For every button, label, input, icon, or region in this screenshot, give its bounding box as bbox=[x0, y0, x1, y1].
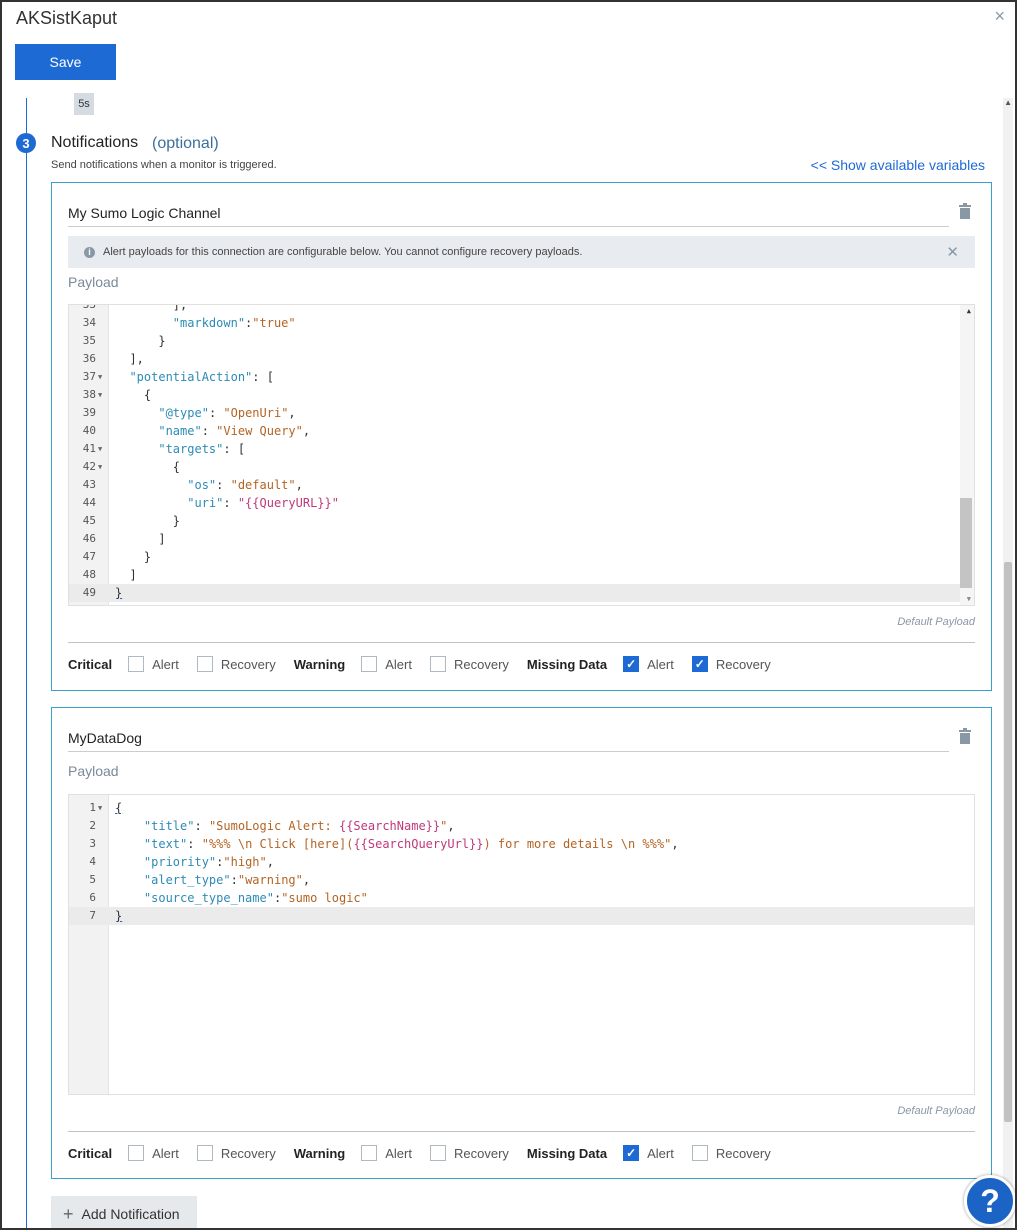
checkbox-label: Alert bbox=[647, 1145, 674, 1161]
trash-icon[interactable] bbox=[959, 728, 971, 744]
checkbox-label: Recovery bbox=[453, 1145, 509, 1161]
notification-card: My Sumo Logic Channel i Alert payloads f… bbox=[51, 182, 992, 691]
code-line: 39 "@type": "OpenUri", bbox=[82, 406, 296, 420]
code-line: 34 "markdown":"true" bbox=[82, 316, 296, 330]
missing-data-label: Missing Data bbox=[526, 1145, 608, 1161]
critical-alert-checkbox[interactable] bbox=[128, 656, 145, 672]
step-number-badge: 3 bbox=[16, 133, 36, 153]
checkbox-label: Recovery bbox=[220, 656, 276, 672]
missing-data-label: Missing Data bbox=[526, 656, 608, 672]
default-payload-link[interactable]: Default Payload bbox=[897, 1105, 975, 1117]
missing-data-recovery-checkbox[interactable]: ✓ bbox=[691, 656, 708, 672]
code-line: 6 "source_type_name":"sumo logic" bbox=[89, 891, 368, 905]
code-line: 43 "os": "default", bbox=[82, 478, 303, 492]
code-line-active: 7} bbox=[69, 907, 974, 925]
checkbox-label: Recovery bbox=[715, 656, 771, 672]
page-scrollbar-thumb[interactable] bbox=[1004, 562, 1012, 1122]
warning-label: Warning bbox=[293, 656, 346, 672]
checkbox-label: Alert bbox=[152, 1145, 179, 1161]
trash-icon[interactable] bbox=[959, 203, 971, 219]
scroll-down-arrow-icon[interactable]: ▼ bbox=[967, 595, 971, 603]
code-line: 5 "alert_type":"warning", bbox=[89, 873, 311, 887]
close-icon[interactable]: ✕ bbox=[946, 243, 959, 261]
missing-data-alert-checkbox[interactable]: ✓ bbox=[623, 656, 640, 672]
checkbox-label: Alert bbox=[385, 1145, 412, 1161]
step-connector-line bbox=[26, 98, 27, 1228]
checkbox-label: Alert bbox=[647, 656, 674, 672]
plus-icon: + bbox=[63, 1203, 74, 1224]
code-line: 40 "name": "View Query", bbox=[82, 424, 311, 438]
code-line: 1 ▼{ bbox=[89, 801, 123, 815]
code-line: 35 } bbox=[82, 334, 166, 348]
missing-data-alert-checkbox[interactable]: ✓ bbox=[623, 1145, 640, 1161]
code-line: 37 ▼ "potentialAction": [ bbox=[82, 370, 274, 384]
editor-scrollbar-thumb[interactable] bbox=[960, 498, 972, 588]
code-line: 2 "title": "SumoLogic Alert: {{SearchNam… bbox=[89, 819, 455, 833]
show-variables-link[interactable]: << Show available variables bbox=[811, 157, 985, 173]
info-icon: i bbox=[84, 246, 95, 258]
code-line-active: 49} bbox=[69, 584, 974, 602]
warning-recovery-checkbox[interactable] bbox=[429, 656, 446, 672]
duration-value[interactable]: 5s bbox=[74, 93, 94, 115]
monitor-editor-window: AKSistKaput × Save ▲ 5s 3 Notifications … bbox=[0, 0, 1017, 1230]
code-line: 44 "uri": "{{QueryURL}}" bbox=[82, 496, 339, 510]
code-line: 36 ], bbox=[82, 352, 144, 366]
section-title: Notifications bbox=[51, 134, 139, 151]
warning-label: Warning bbox=[293, 1145, 346, 1161]
missing-data-recovery-checkbox[interactable] bbox=[691, 1145, 708, 1161]
code-line: 33 ], bbox=[82, 304, 188, 312]
connection-name-field[interactable]: MyDataDog bbox=[68, 722, 949, 752]
notification-card: MyDataDog Payload 1 ▼{ 2 "title": "SumoLo… bbox=[51, 707, 992, 1179]
editor-scrollbar[interactable]: ▲ ▼ bbox=[960, 305, 974, 605]
checkbox-label: Alert bbox=[385, 656, 412, 672]
payload-label: Payload bbox=[68, 274, 119, 290]
close-icon[interactable]: × bbox=[994, 6, 1005, 27]
payload-editor[interactable]: 33 ], 34 "markdown":"true" 35 } 36 ], 37… bbox=[68, 304, 975, 606]
critical-label: Critical bbox=[68, 1145, 113, 1161]
scroll-up-arrow-icon[interactable]: ▲ bbox=[1004, 98, 1012, 107]
warning-alert-checkbox[interactable] bbox=[361, 1145, 378, 1161]
add-notification-button[interactable]: + Add Notification bbox=[51, 1196, 197, 1228]
checkbox-label: Recovery bbox=[715, 1145, 771, 1161]
code-line: 41 ▼ "targets": [ bbox=[82, 442, 246, 456]
info-banner: i Alert payloads for this connection are… bbox=[68, 236, 975, 268]
code-line: 3 "text": "%%% \n Click [here]({{SearchQ… bbox=[89, 837, 679, 851]
checkbox-label: Recovery bbox=[453, 656, 509, 672]
trigger-checkbox-row: Critical Alert Recovery Warning Alert Re… bbox=[68, 653, 789, 675]
code-line: 48 ] bbox=[82, 568, 137, 582]
code-line: 46 ] bbox=[82, 532, 166, 546]
default-payload-link[interactable]: Default Payload bbox=[897, 616, 975, 628]
window-title: AKSistKaput bbox=[16, 8, 118, 28]
divider bbox=[68, 1131, 975, 1132]
save-button[interactable]: Save bbox=[15, 44, 116, 80]
code-line: 45 } bbox=[82, 514, 181, 528]
scroll-up-arrow-icon[interactable]: ▲ bbox=[967, 307, 971, 315]
code-line: 4 "priority":"high", bbox=[89, 855, 274, 869]
payload-editor[interactable]: 1 ▼{ 2 "title": "SumoLogic Alert: {{Searc… bbox=[68, 794, 975, 1095]
warning-alert-checkbox[interactable] bbox=[361, 656, 378, 672]
critical-recovery-checkbox[interactable] bbox=[196, 656, 213, 672]
code-line: 47 } bbox=[82, 550, 152, 564]
critical-recovery-checkbox[interactable] bbox=[196, 1145, 213, 1161]
checkbox-label: Recovery bbox=[220, 1145, 276, 1161]
connection-name-field[interactable]: My Sumo Logic Channel bbox=[68, 197, 949, 227]
optional-label: (optional) bbox=[152, 135, 219, 152]
critical-alert-checkbox[interactable] bbox=[128, 1145, 145, 1161]
code-line: 42 ▼ { bbox=[82, 460, 181, 474]
add-notification-label: Add Notification bbox=[81, 1206, 180, 1222]
section-description: Send notifications when a monitor is tri… bbox=[51, 159, 277, 171]
checkbox-label: Alert bbox=[152, 656, 179, 672]
divider bbox=[68, 642, 975, 643]
info-message: Alert payloads for this connection are c… bbox=[103, 246, 583, 258]
trigger-checkbox-row: Critical Alert Recovery Warning Alert Re… bbox=[68, 1142, 789, 1164]
code-line: 38 ▼ { bbox=[82, 388, 152, 402]
help-button[interactable]: ? bbox=[964, 1175, 1015, 1227]
warning-recovery-checkbox[interactable] bbox=[429, 1145, 446, 1161]
payload-label: Payload bbox=[68, 763, 119, 779]
critical-label: Critical bbox=[68, 656, 113, 672]
